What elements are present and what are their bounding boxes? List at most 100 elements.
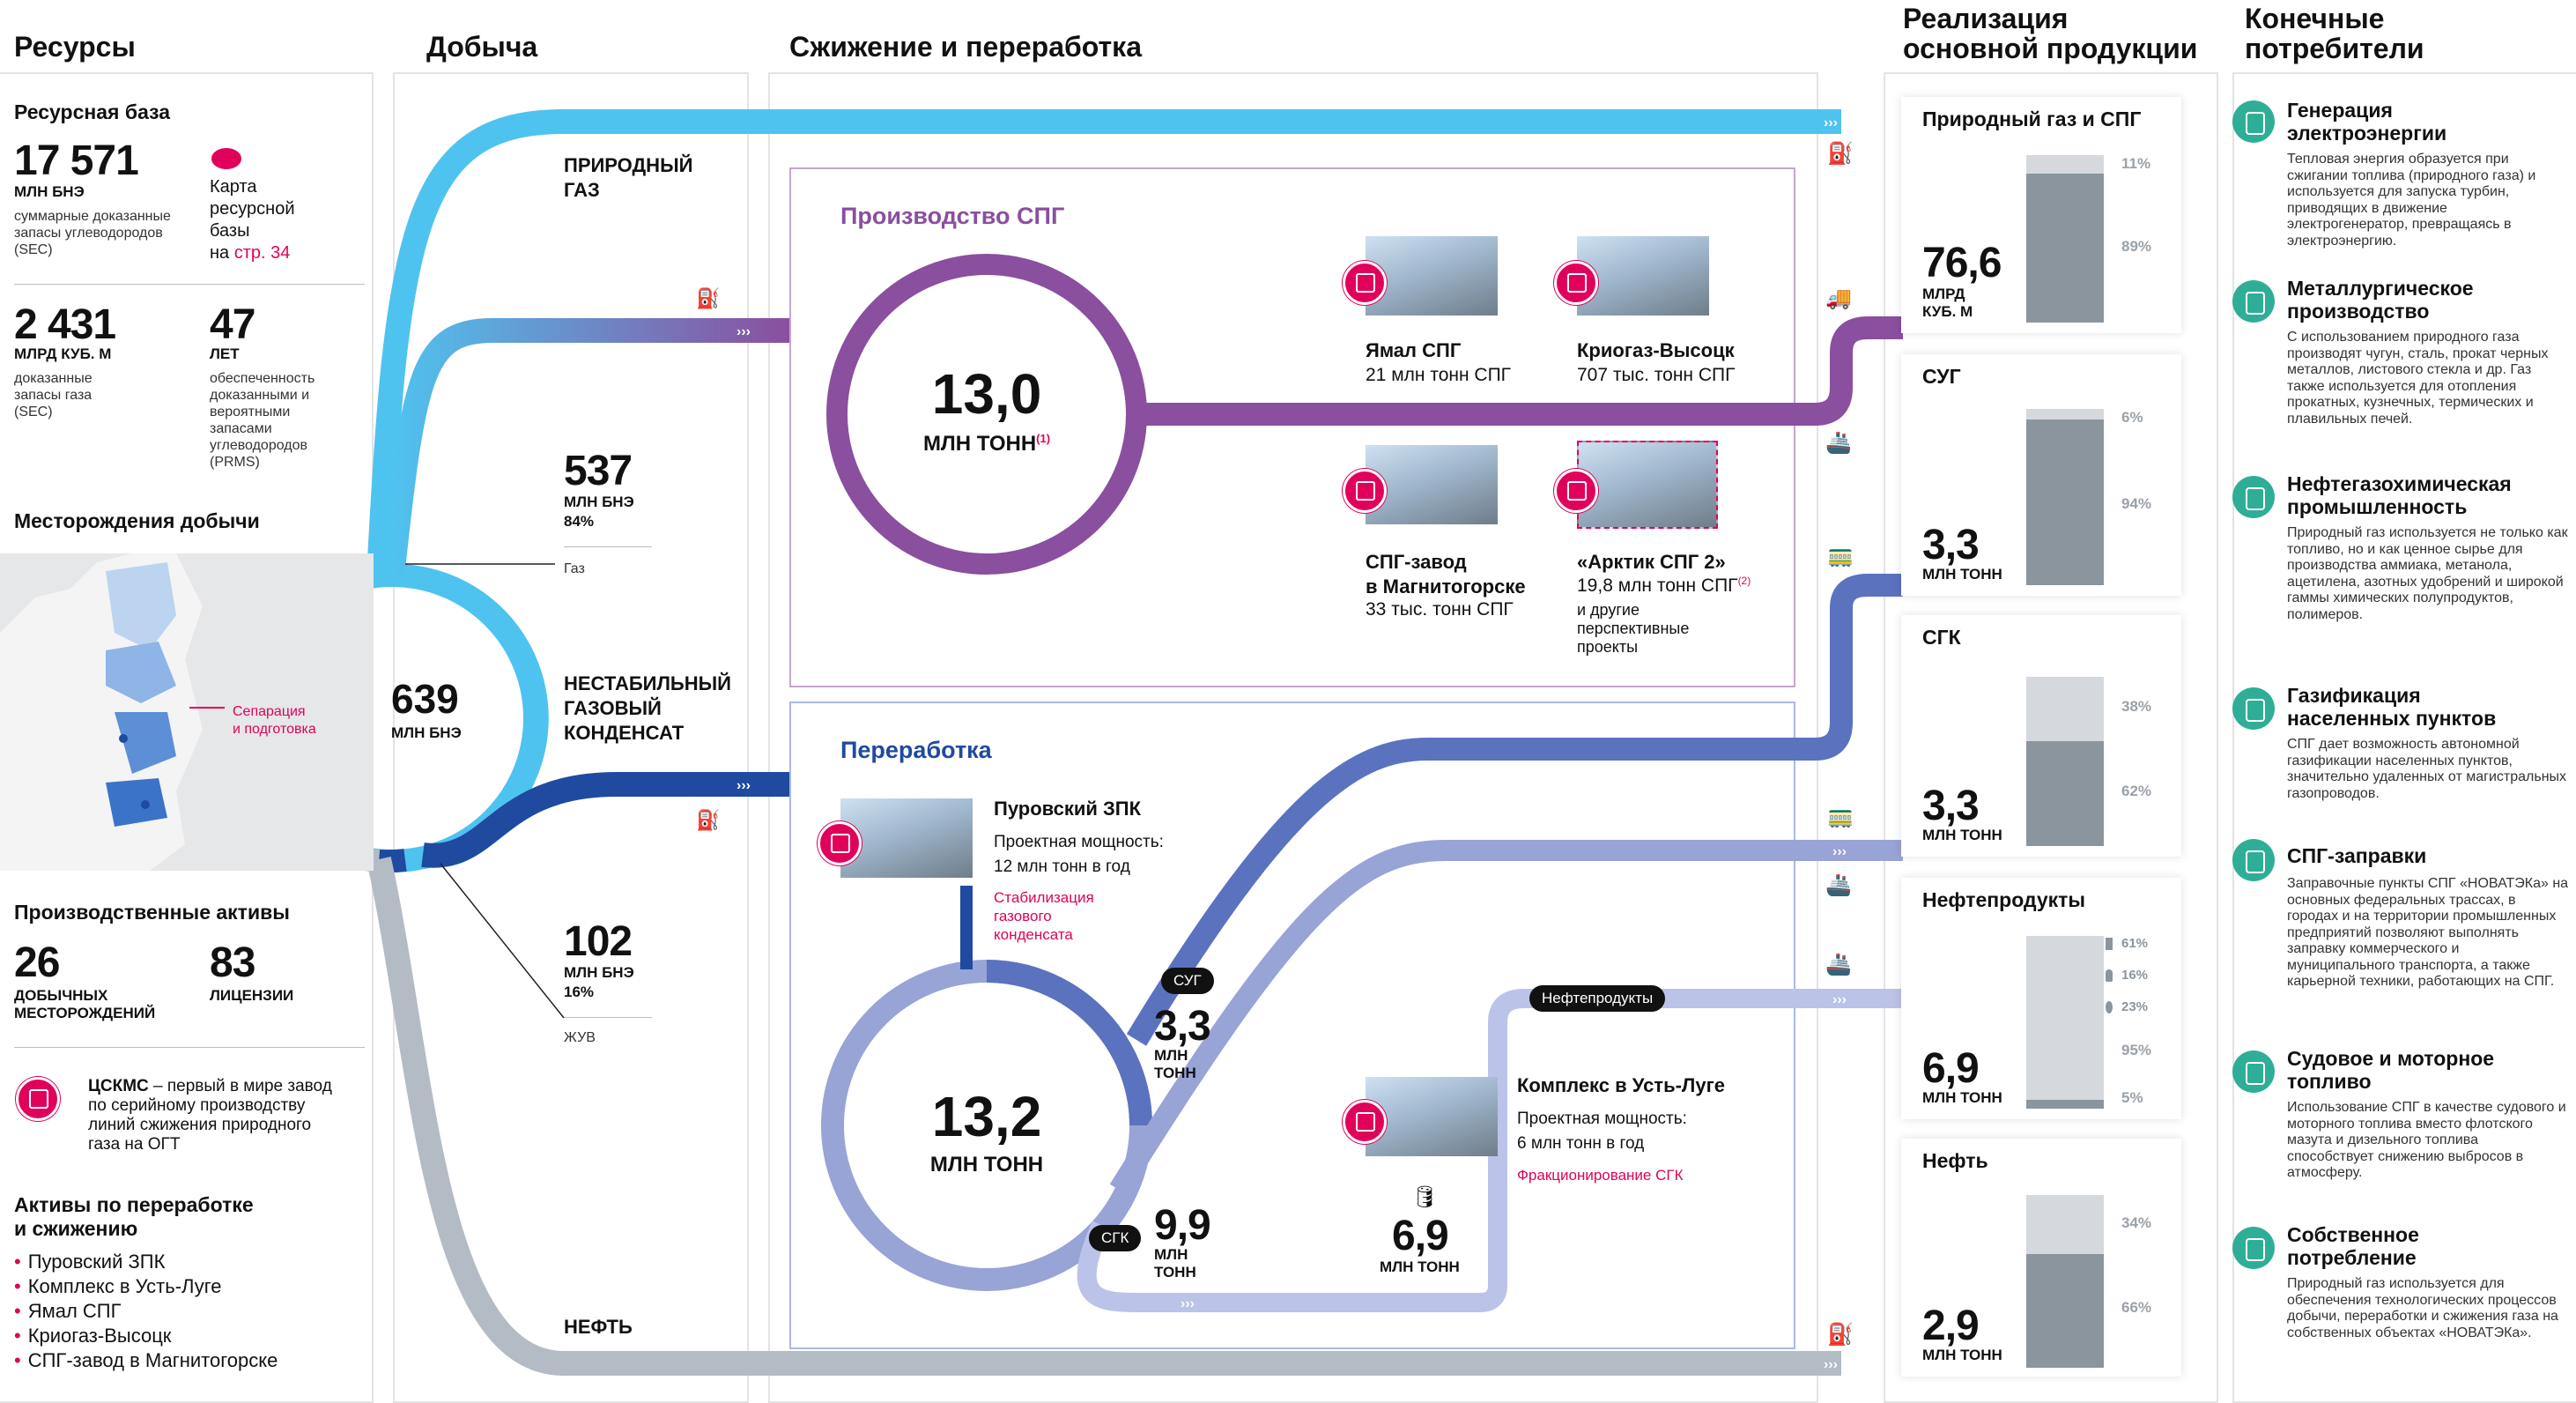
reserves-desc: суммарные доказанные запасы углеводородо… <box>14 209 171 257</box>
consumer-text: СПГ дает возможность автономной газифика… <box>2287 737 2567 801</box>
consumer-text: С использованием природного газа произво… <box>2287 330 2549 427</box>
lng-to-sales-flow <box>1136 316 1903 426</box>
fuel-station-icon <box>2232 839 2275 881</box>
share-pct-top: 6% <box>2121 409 2143 426</box>
plant-pin-icon <box>818 821 862 865</box>
proc-assets-title: Активы по переработке и сжижению <box>14 1193 254 1240</box>
plant-name: Ямал СПГ <box>1366 339 1462 361</box>
map-link[interactable]: Карта ресурсной базы на стр. 34 <box>210 176 294 264</box>
pipe-icon: ⛽ <box>696 809 721 831</box>
metal-icon <box>2232 280 2275 323</box>
sales-value: 76,6 <box>1922 240 2002 286</box>
reserves-unit: МЛН БНЭ <box>14 183 85 200</box>
products-chip: Нефтепродукты <box>1529 985 1666 1012</box>
map-page-link[interactable]: стр. 34 <box>234 243 291 263</box>
cskms-plant-icon <box>16 1077 60 1121</box>
lpg-value: 3,3 <box>1154 1003 1211 1050</box>
plant-pin-icon <box>1343 261 1387 305</box>
molecule-icon <box>2232 476 2275 518</box>
fuel-drop-icon <box>2106 1001 2113 1013</box>
split-lines <box>405 563 565 1019</box>
lng-title: Производство СПГ <box>840 203 1065 229</box>
sales-card-lpg: СУГ 3,3 МЛН ТОНН 6% 94% <box>1901 354 2181 596</box>
sales-card-products: Нефтепродукты 6,9 МЛН ТОНН 61% 16% 23% 9… <box>1901 878 2181 1119</box>
svg-text:›››: ››› <box>737 324 751 339</box>
oil-label: НЕФТЬ <box>564 1316 633 1338</box>
ustluga-value: 6,9 <box>1392 1213 1449 1259</box>
lpg-unit: МЛН ТОНН <box>1154 1047 1196 1081</box>
share-bar-fill <box>2026 1100 2104 1109</box>
plant-pin-icon <box>1554 261 1598 305</box>
fields-unit: ДОБЫЧНЫХ МЕСТОРОЖДЕНИЙ <box>14 987 156 1021</box>
share-bar <box>2026 936 2104 1109</box>
map-eye-icon[interactable] <box>211 148 241 169</box>
gas-production-pct: 84% <box>564 513 595 530</box>
share-pct-top: 34% <box>2121 1214 2152 1231</box>
consumer-title: СПГ-заправки <box>2287 844 2427 867</box>
svg-text:›››: ››› <box>737 778 751 793</box>
share-bar-fill <box>2026 174 2104 323</box>
lng-unit: МЛН ТОНН(1) <box>922 432 1051 456</box>
ustluga-note: Фракционирование СГК <box>1517 1167 1684 1184</box>
sales-unit: МЛН ТОНН <box>1922 566 2002 583</box>
sales-title: Нефтепродукты <box>1922 888 2086 911</box>
reserves-value: 17 571 <box>14 137 139 184</box>
share-pct-top: 38% <box>2121 698 2152 715</box>
cskms-text: ЦСКМС – первый в мире завод по серийному… <box>88 1077 332 1154</box>
assets-title: Производственные активы <box>14 901 290 924</box>
svg-text:›››: ››› <box>1832 992 1847 1007</box>
consumer-text: Заправочные пункты СПГ «НОВАТЭКа» на осн… <box>2287 876 2569 989</box>
processing-value: 13,2 <box>931 1085 1042 1148</box>
list-item: Криогаз-Высоцк <box>14 1324 278 1348</box>
fields-title: Месторождения добычи <box>14 509 260 532</box>
sales-title: Природный газ и СПГ <box>1922 108 2142 130</box>
gas-reserves-value: 2 431 <box>14 301 116 348</box>
house-icon <box>2232 687 2275 730</box>
plant-pin-icon <box>1343 1100 1387 1144</box>
list-item: Пуровский ЗПК <box>14 1250 278 1274</box>
ship-icon: 🚢 <box>1825 873 1852 897</box>
consumer-text: Природный газ используется не только как… <box>2287 525 2568 622</box>
svg-text:›››: ››› <box>1832 844 1847 859</box>
share-pct-top: 95% <box>2121 1042 2152 1058</box>
plant-pin-icon <box>1554 469 1598 513</box>
gas-reserves-unit: МЛРД КУБ. М <box>14 345 112 362</box>
sales-card-sgk: СГК 3,3 МЛН ТОНН 38% 62% <box>1901 615 2181 857</box>
sub-pct: 23% <box>2121 999 2149 1014</box>
sales-title: Нефть <box>1922 1149 1988 1172</box>
share-pct-bottom: 5% <box>2121 1089 2143 1106</box>
years-desc: обеспеченность доказанными и вероятными … <box>210 371 315 470</box>
gas-production-unit: МЛН БНЭ <box>564 494 634 510</box>
ustluga-capacity: Проектная мощность: 6 млн тонн в год <box>1517 1110 1687 1153</box>
list-item: Комплекс в Усть-Луге <box>14 1274 278 1299</box>
ship-icon: 🚢 <box>1825 431 1852 455</box>
rail-tank-icon: 🚃 <box>1827 544 1854 568</box>
sgk-chip: СГК <box>1089 1225 1142 1251</box>
sales-unit: МЛН ТОНН <box>1922 827 2002 843</box>
share-pct-bottom: 94% <box>2121 495 2152 512</box>
plant-name: «Арктик СПГ 2» <box>1577 551 1726 573</box>
lng-value: 13,0 <box>931 362 1042 426</box>
consumer-title: Газификация населенных пунктов <box>2287 684 2497 730</box>
fuel-drop-icon <box>2106 938 2113 950</box>
share-pct-bottom: 66% <box>2121 1299 2152 1316</box>
truck-icon: 🚚 <box>1825 286 1852 310</box>
plant-name: СПГ-завод в Магнитогорске <box>1366 551 1526 598</box>
share-pct-bottom: 89% <box>2121 238 2152 255</box>
lpg-chip: СУГ <box>1161 968 1214 994</box>
sales-unit: МЛН ТОНН <box>1922 1089 2002 1106</box>
sub-pct: 61% <box>2121 936 2149 951</box>
svg-text:›››: ››› <box>1181 1296 1195 1311</box>
licenses-unit: ЛИЦЕНЗИИ <box>210 987 294 1004</box>
purovsky-note: Стабилизация газового конденсата <box>994 889 1094 943</box>
fields-map: Сепарация и подготовка <box>0 553 374 871</box>
rail-tank-icon: 🚃 <box>1827 805 1854 828</box>
list-item: Ямал СПГ <box>14 1299 278 1324</box>
sgk-value: 9,9 <box>1154 1202 1211 1249</box>
resource-base-title: Ресурсная база <box>14 100 171 123</box>
sales-card-oil: Нефть 2,9 МЛН ТОНН 34% 66% <box>1901 1139 2181 1377</box>
sgk-flow <box>1126 574 1903 1046</box>
processing-unit: МЛН ТОНН <box>929 1153 1044 1177</box>
sales-title: СГК <box>1922 626 1961 649</box>
lightbulb-icon <box>2232 100 2275 143</box>
